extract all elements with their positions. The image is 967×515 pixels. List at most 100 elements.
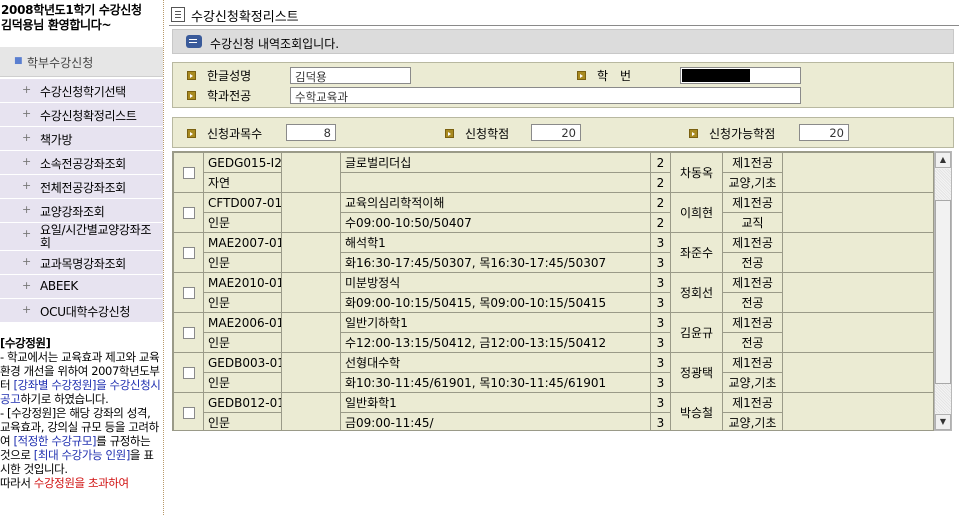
student-id-label: 학 번 <box>597 69 632 83</box>
sidebar-item-ocu-registration[interactable]: + OCU대학수강신청 <box>0 299 163 323</box>
professor: 김윤규 <box>670 312 723 353</box>
course-credit: 3 <box>650 232 671 253</box>
empty-cell <box>782 352 933 393</box>
professor: 차동옥 <box>670 152 723 193</box>
course-checkbox[interactable] <box>182 327 195 339</box>
info-bar: 수강신청 내역조회입니다. <box>172 29 954 54</box>
course-credit: 2 <box>650 152 671 173</box>
course-checkbox[interactable] <box>182 167 195 179</box>
menu-header-undergrad-registration[interactable]: ■ 학부수강신청 <box>0 47 163 77</box>
sidebar-divider <box>163 0 164 515</box>
max-credits-field[interactable]: 20 <box>799 124 849 141</box>
course-credit: 2 <box>650 172 671 193</box>
course-name: 해석학1 <box>340 232 651 253</box>
course-name: 글로벌리더십 <box>340 152 651 173</box>
course-credit: 2 <box>650 212 671 233</box>
bullet-icon <box>577 71 586 80</box>
arrow-up-icon[interactable]: ▲ <box>935 152 951 168</box>
sidebar-item-label: 교과목명강좌조회 <box>40 257 126 271</box>
sidebar-item-label: 요일/시간별교양강좌조회 <box>40 223 152 250</box>
major-field[interactable]: 수학교육과 <box>290 87 801 104</box>
notice-text: 따라서 <box>0 476 34 490</box>
course-code: GEDB012-01 <box>203 392 282 413</box>
table-scrollbar[interactable]: ▲ ▼ <box>934 151 952 431</box>
notice-warning: 수강정원을 초과하여 <box>33 476 129 490</box>
student-id-field[interactable] <box>680 67 801 84</box>
course-credit: 2 <box>650 192 671 213</box>
plus-icon: + <box>22 279 32 292</box>
sidebar-item-abeek[interactable]: + ABEEK <box>0 275 163 299</box>
menu-header-label: 학부수강신청 <box>27 56 94 70</box>
course-time: 수09:00-10:50/50407 <box>340 212 651 233</box>
checkbox-cell <box>173 152 204 193</box>
checkbox-cell <box>173 192 204 233</box>
course-credit: 3 <box>650 332 671 353</box>
course-name: 일반화학1 <box>340 392 651 413</box>
course-checkbox[interactable] <box>182 287 195 299</box>
welcome-semester: 2008학년도1학기 수강신청 <box>1 3 142 17</box>
course-checkbox[interactable] <box>182 207 195 219</box>
course-name: 선형대수학 <box>340 352 651 373</box>
welcome-user: 김덕용님 환영합니다~ <box>1 18 112 32</box>
sidebar-item-bag[interactable]: + 책가방 <box>0 127 163 151</box>
empty-cell <box>281 312 341 353</box>
course-count-label: 신청과목수 <box>207 127 263 141</box>
sidebar-item-label: 전체전공강좌조회 <box>40 181 126 195</box>
professor: 이희현 <box>670 192 723 233</box>
course-area: 전공 <box>722 252 783 273</box>
scroll-thumb[interactable] <box>935 200 951 384</box>
empty-cell <box>281 232 341 273</box>
main-content: 수강신청확정리스트 수강신청 내역조회입니다. 한글성명 김덕용 학 번 학과전… <box>169 0 967 515</box>
empty-cell <box>281 272 341 313</box>
sidebar-item-label: 수강신청학기선택 <box>40 85 126 99</box>
course-time: 화16:30-17:45/50307, 목16:30-17:45/50307 <box>340 252 651 273</box>
sidebar-item-all-major-courses[interactable]: + 전체전공강좌조회 <box>0 175 163 199</box>
notice-heading: [수강정원] <box>0 336 51 350</box>
course-checkbox[interactable] <box>182 247 195 259</box>
arrow-down-icon[interactable]: ▼ <box>935 414 951 430</box>
notice-paragraph-3: 따라서 수강정원을 초과하여 <box>0 476 163 490</box>
sidebar-item-liberal-courses[interactable]: + 교양강좌조회 <box>0 199 163 223</box>
table-row: CFTD007-01 교육의심리학적이해 2 이희현 제1전공 <box>173 192 933 233</box>
title-divider <box>169 25 959 26</box>
plus-icon: + <box>22 155 32 168</box>
course-name: 일반기하학1 <box>340 312 651 333</box>
name-field[interactable]: 김덕용 <box>290 67 411 84</box>
notice-highlight: [최대 수강가능 인원] <box>33 448 131 462</box>
empty-cell <box>782 232 933 273</box>
empty-cell <box>782 192 933 233</box>
course-credit: 3 <box>650 412 671 430</box>
notice-paragraph-2: - [수강정원]은 해당 강좌의 성격, 교육효과, 강의실 규모 등을 고려하… <box>0 406 163 476</box>
square-bullet-icon: ■ <box>14 56 23 66</box>
course-checkbox[interactable] <box>182 367 195 379</box>
sidebar-item-course-name-search[interactable]: + 교과목명강좌조회 <box>0 251 163 275</box>
course-type: 제1전공 <box>722 312 783 333</box>
course-table: GEDG015-I2 글로벌리더십 2 차동옥 제1전공 자연 2 교양,기초 <box>173 152 933 430</box>
course-credit: 3 <box>650 392 671 413</box>
empty-cell <box>281 152 341 193</box>
bullet-icon <box>187 129 196 138</box>
welcome-message: 2008학년도1학기 수강신청 김덕용님 환영합니다~ <box>1 3 161 33</box>
sidebar: 2008학년도1학기 수강신청 김덕용님 환영합니다~ ■ 학부수강신청 + 수… <box>0 0 163 515</box>
sidebar-item-liberal-by-time[interactable]: + 요일/시간별교양강좌조회 <box>0 223 163 251</box>
course-area: 전공 <box>722 332 783 353</box>
sidebar-item-semester-select[interactable]: + 수강신청학기선택 <box>0 79 163 103</box>
major-label: 학과전공 <box>207 89 252 103</box>
course-credit: 3 <box>650 352 671 373</box>
table-row: GEDB003-01 선형대수학 3 정광택 제1전공 <box>173 352 933 393</box>
professor: 좌준수 <box>670 232 723 273</box>
professor: 정회선 <box>670 272 723 313</box>
course-count-field[interactable]: 8 <box>286 124 336 141</box>
checkbox-cell <box>173 392 204 430</box>
course-code: GEDB003-01 <box>203 352 282 373</box>
plus-icon: + <box>22 131 32 144</box>
sidebar-item-own-major-courses[interactable]: + 소속전공강좌조회 <box>0 151 163 175</box>
sidebar-item-confirmed-list[interactable]: + 수강신청확정리스트 <box>0 103 163 127</box>
course-code: MAE2010-01 <box>203 272 282 293</box>
bullet-icon <box>187 91 196 100</box>
redacted-block <box>682 69 750 82</box>
max-credits-label: 신청가능학점 <box>709 127 776 141</box>
notice-text: 하기로 하였습니다. <box>20 392 109 406</box>
credits-field[interactable]: 20 <box>531 124 581 141</box>
course-checkbox[interactable] <box>182 407 195 419</box>
